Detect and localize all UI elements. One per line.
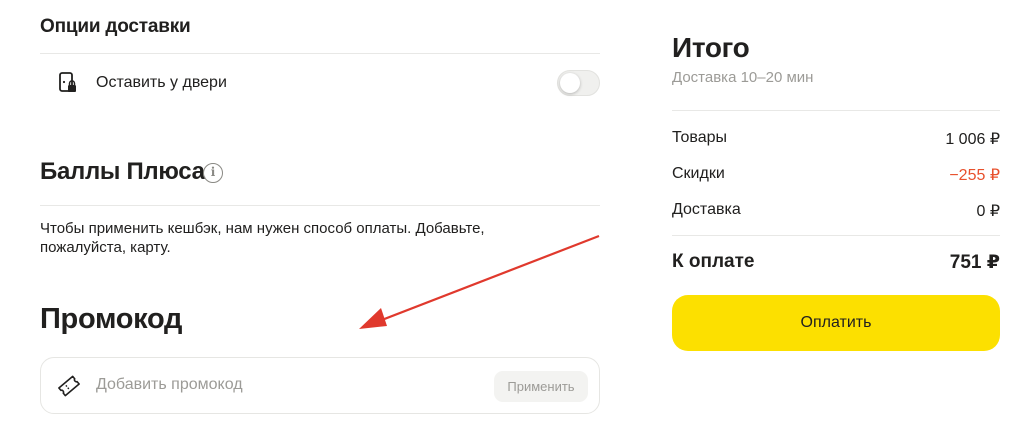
divider [40, 53, 600, 54]
summary-title: Итого [672, 32, 750, 63]
delivery-value: 0 ₽ [976, 203, 1000, 220]
promo-title: Промокод [40, 303, 183, 335]
divider [40, 205, 600, 206]
goods-label: Товары [672, 129, 728, 146]
leave-at-door-toggle[interactable] [557, 70, 600, 96]
total-label: К оплате [672, 251, 755, 272]
ticket-icon [58, 375, 80, 397]
delivery-label: Доставка [672, 201, 741, 218]
annotation-arrow [359, 234, 600, 329]
delivery-options-title: Опции доставки [40, 16, 191, 37]
delivery-time: Доставка 10–20 мин [672, 69, 814, 86]
door-lock-icon [59, 72, 76, 92]
pay-button[interactable]: Оплатить [672, 295, 1000, 351]
divider [672, 235, 1000, 236]
leave-at-door-label: Оставить у двери [96, 74, 227, 91]
discount-value: −255 ₽ [949, 167, 1000, 184]
total-value: 751 ₽ [949, 252, 1000, 273]
info-icon[interactable]: i [203, 163, 223, 183]
toggle-knob [560, 73, 580, 93]
promo-input[interactable] [96, 370, 476, 400]
divider [672, 110, 1000, 111]
plus-points-title: Баллы Плюса [40, 158, 205, 185]
goods-value: 1 006 ₽ [945, 131, 1000, 148]
discount-label: Скидки [672, 165, 725, 182]
apply-promo-button[interactable]: Применить [494, 371, 588, 402]
